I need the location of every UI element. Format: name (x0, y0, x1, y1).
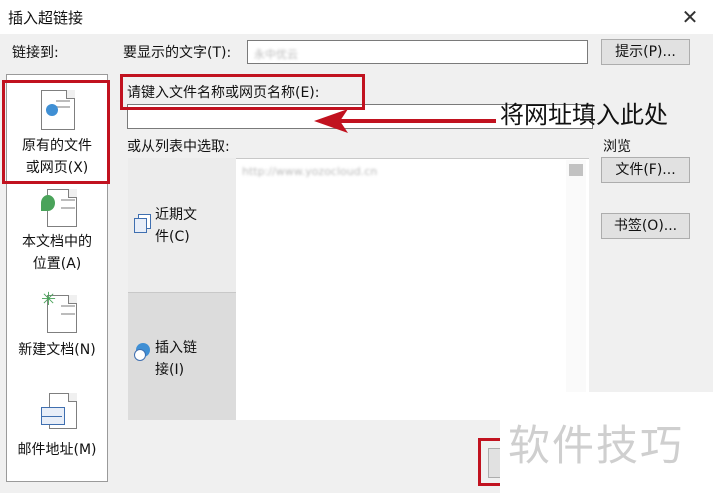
list-item[interactable]: http://www.yozocloud.cn (242, 165, 377, 178)
bookmark-button[interactable]: 书签(O)... (601, 213, 690, 239)
sidebar-item-label: 本文档中的 (22, 234, 92, 250)
sidebar-item-label: 新建文档(N) (18, 342, 96, 358)
highlight-box-existing-file (2, 80, 110, 184)
annotation-text: 将网址填入此处 (500, 101, 668, 129)
display-text-input[interactable]: 永中优云 (247, 40, 588, 64)
inserted-links-icon (134, 343, 152, 361)
inserted-links-button[interactable]: 插入链 接(I) (128, 292, 236, 420)
mail-address-icon (41, 393, 77, 433)
scrollbar-thumb[interactable] (569, 164, 583, 176)
sidebar-item-label: 位置(A) (32, 256, 82, 272)
title-bar: 插入超链接 ✕ (0, 0, 713, 34)
recent-files-icon (134, 214, 151, 233)
new-document-icon: ✳ (41, 289, 77, 333)
inserted-links-label: 插入链 (155, 340, 197, 356)
sidebar-item-new-document[interactable]: ✳ 新建文档(N) (7, 289, 107, 369)
recent-files-button[interactable]: 近期文 件(C) (128, 158, 236, 292)
display-text-label: 要显示的文字(T): (123, 45, 232, 61)
inserted-links-label: 接(I) (155, 362, 185, 378)
browse-file-button[interactable]: 文件(F)... (601, 157, 690, 183)
highlight-box-address-label (120, 74, 365, 110)
recent-files-label: 件(C) (155, 229, 190, 245)
annotation-arrow-icon (314, 109, 496, 133)
document-place-icon (41, 189, 77, 229)
tip-button[interactable]: 提示(P)... (601, 39, 690, 65)
list-filter-nav: 近期文 件(C) 插入链 接(I) (128, 158, 237, 420)
sidebar-item-place-in-document[interactable]: 本文档中的 位置(A) (7, 187, 107, 277)
select-from-list-label: 或从列表中选取: (127, 139, 230, 155)
display-text-value: 永中优云 (254, 48, 298, 61)
sidebar-item-label: 邮件地址(M) (17, 442, 97, 458)
sidebar-item-email-address[interactable]: 邮件地址(M) (7, 387, 107, 477)
watermark-text: 软件技巧 (508, 421, 685, 470)
dialog-title: 插入超链接 (8, 9, 84, 27)
link-to-label: 链接到: (12, 45, 59, 61)
recent-files-label: 近期文 (155, 207, 197, 223)
watermark: 软件技巧 (500, 392, 713, 493)
list-scrollbar[interactable] (566, 160, 586, 418)
close-icon[interactable]: ✕ (676, 4, 704, 30)
insert-hyperlink-dialog: 插入超链接 ✕ 链接到: 要显示的文字(T): 永中优云 提示(P)... 请键… (0, 0, 713, 493)
browse-label: 浏览 (603, 139, 631, 155)
link-list[interactable]: http://www.yozocloud.cn (236, 158, 589, 420)
